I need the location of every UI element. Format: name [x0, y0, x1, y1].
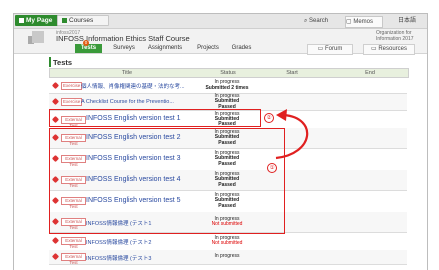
table-row[interactable]: External Test INFOSS情報倫理 (テスト2 In progress…: [49, 232, 407, 251]
tab-surveys[interactable]: Surveys: [109, 44, 139, 53]
courses-label: Courses: [69, 17, 94, 24]
tab-projects[interactable]: Projects: [193, 44, 223, 53]
status-cell: In progress: [203, 254, 251, 259]
pencil-icon: [51, 97, 60, 106]
col-status: Status: [220, 70, 236, 76]
status-cell: In progress Submitted Passed: [203, 93, 251, 110]
test-title-link[interactable]: A Checklist Course for the Preventio...: [81, 99, 174, 105]
status-line: Submitted 2 times: [205, 84, 249, 91]
my-page-button[interactable]: My Page: [15, 15, 63, 26]
section-marker: [49, 57, 51, 67]
tab-forum[interactable]: ▭ Forum: [307, 44, 353, 55]
col-start: Start: [286, 70, 298, 76]
memos-button[interactable]: ▢ Memos: [345, 16, 383, 28]
highlight-box-2: [49, 109, 261, 127]
courses-button[interactable]: Courses: [57, 15, 109, 26]
status-cell: In progress Not submitted: [203, 235, 251, 246]
memos-label: Memos: [353, 19, 374, 25]
status-line: Not submitted: [211, 240, 243, 246]
highlight-box-1: [49, 128, 285, 234]
table-row[interactable]: Exercise 個人情報、肖像権関連の基礎・法的な考... In progress…: [49, 78, 407, 94]
status-line: In progress: [214, 253, 240, 260]
resources-label: Resources: [378, 46, 408, 52]
top-nav-bar: My Page Courses ⌕ Search ▢ Memos 日本語: [14, 14, 427, 29]
tab-resources[interactable]: ▭ Resources: [363, 44, 415, 55]
table-row[interactable]: External Test INFOSS情報倫理 (テスト3 In progress: [49, 250, 407, 265]
table-header: Title Status Start End: [49, 68, 409, 78]
pencil-icon: [51, 236, 60, 245]
pencil-icon: [51, 252, 60, 261]
my-page-label: My Page: [26, 17, 53, 24]
test-title-link[interactable]: INFOSS情報倫理 (テスト3: [86, 254, 151, 262]
pencil-icon: [51, 81, 60, 89]
tab-assignments[interactable]: Assignments: [143, 44, 187, 53]
search-button[interactable]: ⌕ Search: [304, 16, 340, 26]
type-tag: External Test: [61, 237, 86, 249]
type-tag: Exercise: [61, 98, 82, 106]
forum-icon: ▭: [317, 46, 325, 52]
annotation-number-1: ①: [267, 163, 277, 173]
type-tag: External Test: [61, 253, 86, 265]
language-switch[interactable]: 日本語: [398, 16, 424, 26]
organization-name: Organization for Information 2017: [376, 30, 414, 42]
tab-tests[interactable]: Tests: [75, 44, 102, 53]
search-label: Search: [309, 18, 329, 24]
annotation-number-2: ②: [264, 113, 274, 123]
notification-badge: 0: [83, 40, 89, 46]
browser-frame: My Page Courses ⌕ Search ▢ Memos 日本語 inf…: [13, 13, 428, 270]
type-tag: Exercise: [61, 81, 82, 90]
test-title-link[interactable]: INFOSS情報倫理 (テスト2: [86, 238, 151, 246]
person-icon: [19, 17, 24, 23]
course-title: INFOSS Information Ethics Staff Course: [56, 34, 190, 43]
course-logo: [32, 31, 44, 43]
tab-grades[interactable]: Grades: [228, 44, 255, 53]
section-title: Tests: [53, 58, 73, 67]
forum-label: Forum: [325, 46, 343, 52]
col-end: End: [365, 70, 375, 76]
status-cell: In progress Submitted 2 times: [203, 80, 251, 91]
test-title-link[interactable]: 個人情報、肖像権関連の基礎・法的な考...: [81, 82, 185, 90]
col-title: Title: [121, 70, 133, 76]
courses-icon: [62, 17, 67, 23]
